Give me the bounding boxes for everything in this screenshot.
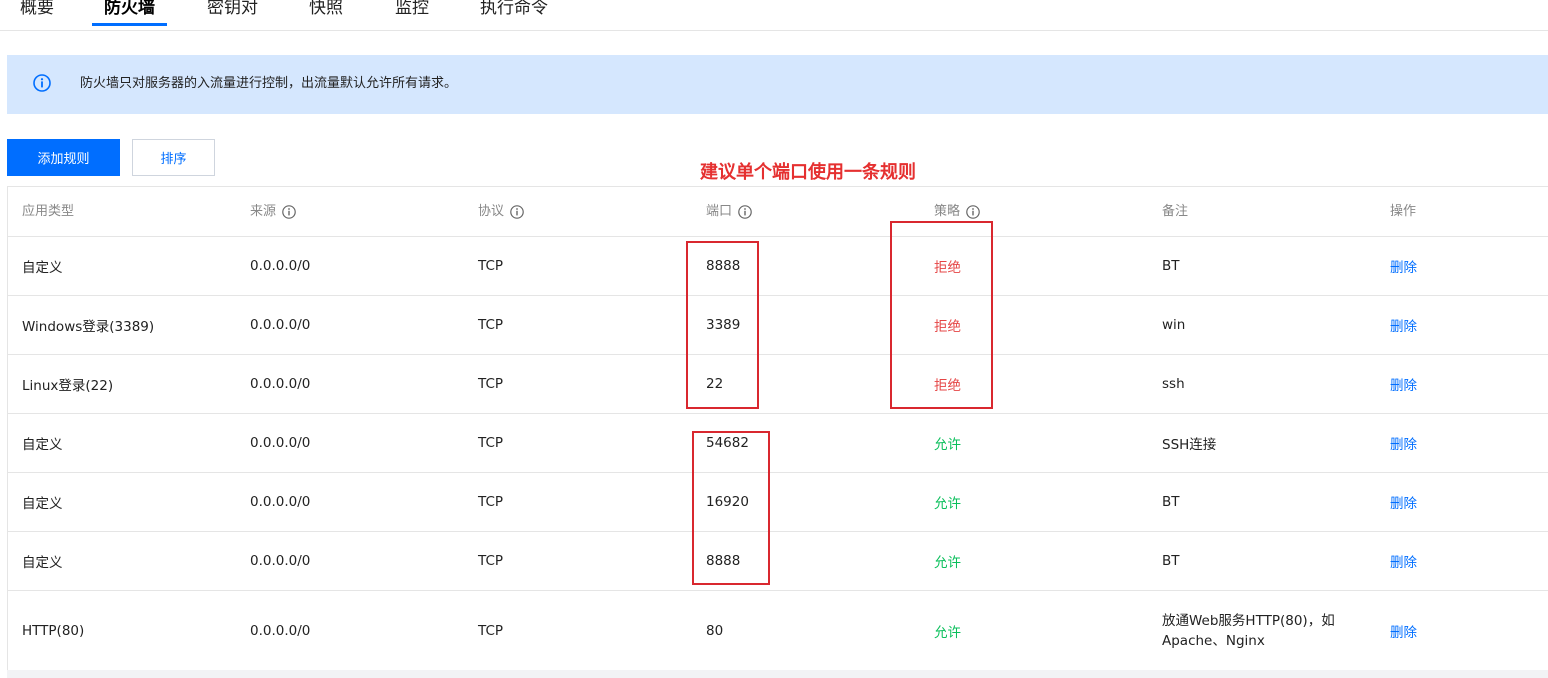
cell-app-type: 自定义: [22, 259, 63, 276]
cell-app-type: 自定义: [22, 554, 63, 571]
header-app-type: 应用类型: [22, 204, 75, 219]
cell-policy: 允许: [934, 624, 961, 641]
main-content: 防火墙只对服务器的入流量进行控制，出流量默认允许所有请求。 添加规则 排序 建议…: [0, 31, 1548, 678]
cell-source: 0.0.0.0/0: [250, 316, 311, 333]
cell-policy: 拒绝: [934, 377, 961, 394]
sort-button[interactable]: 排序: [132, 139, 215, 176]
tab-keypair[interactable]: 密钥对: [207, 0, 258, 26]
cell-protocol: TCP: [478, 257, 504, 274]
cell-policy: 拒绝: [934, 259, 961, 276]
table-row: Windows登录(3389) 0.0.0.0/0 TCP 3389 拒绝 wi…: [8, 295, 1548, 355]
cell-protocol: TCP: [478, 493, 504, 510]
cell-app-type: 自定义: [22, 495, 63, 512]
firewall-rules-table: 应用类型 来源 协议 端口 策略 备注 操作 自定义 0.0.0.0/0 TCP…: [7, 186, 1548, 678]
delete-link[interactable]: 删除: [1390, 531, 1417, 590]
delete-link[interactable]: 删除: [1390, 236, 1417, 295]
cell-app-type: Linux登录(22): [22, 377, 114, 394]
delete-link[interactable]: 删除: [1390, 472, 1417, 531]
header-port: 端口: [706, 187, 752, 236]
delete-link[interactable]: 删除: [1390, 413, 1417, 472]
header-action: 操作: [1390, 204, 1417, 219]
tab-snapshot[interactable]: 快照: [309, 0, 343, 26]
add-rule-button[interactable]: 添加规则: [7, 139, 120, 176]
table-header: 应用类型 来源 协议 端口 策略 备注 操作: [8, 187, 1548, 237]
info-circle-icon: [33, 74, 51, 92]
cell-protocol: TCP: [478, 622, 504, 639]
cell-source: 0.0.0.0/0: [250, 622, 311, 639]
info-icon[interactable]: [510, 204, 524, 219]
cell-remark: ssh: [1162, 375, 1185, 392]
cell-port: 16920: [706, 493, 749, 510]
cell-protocol: TCP: [478, 316, 504, 333]
table-row: 自定义 0.0.0.0/0 TCP 8888 允许 BT 删除: [8, 531, 1548, 591]
cell-app-type: HTTP(80): [22, 622, 85, 639]
cell-port: 8888: [706, 257, 741, 274]
delete-link[interactable]: 删除: [1390, 354, 1417, 413]
table-row: Linux登录(22) 0.0.0.0/0 TCP 22 拒绝 ssh 删除: [8, 354, 1548, 414]
header-policy: 策略: [934, 187, 980, 236]
cell-remark: 放通Web服务HTTP(80)，如Apache、Nginx: [1162, 612, 1335, 649]
cell-protocol: TCP: [478, 434, 504, 451]
cell-port: 54682: [706, 434, 749, 451]
delete-link[interactable]: 删除: [1390, 590, 1417, 671]
cell-source: 0.0.0.0/0: [250, 493, 311, 510]
info-icon[interactable]: [966, 204, 980, 219]
table-footer-strip: [7, 670, 1548, 678]
delete-link[interactable]: 删除: [1390, 295, 1417, 354]
cell-protocol: TCP: [478, 552, 504, 569]
table-row: HTTP(80) 0.0.0.0/0 TCP 80 允许 放通Web服务HTTP…: [8, 590, 1548, 671]
cell-port: 80: [706, 622, 724, 639]
tab-execute-command[interactable]: 执行命令: [480, 0, 548, 26]
cell-source: 0.0.0.0/0: [250, 257, 311, 274]
cell-remark: win: [1162, 316, 1186, 333]
cell-remark: SSH连接: [1162, 436, 1217, 453]
table-row: 自定义 0.0.0.0/0 TCP 16920 允许 BT 删除: [8, 472, 1548, 532]
header-remark: 备注: [1162, 204, 1189, 219]
cell-source: 0.0.0.0/0: [250, 552, 311, 569]
header-source: 来源: [250, 187, 296, 236]
cell-protocol: TCP: [478, 375, 504, 392]
cell-policy: 允许: [934, 436, 961, 453]
info-icon[interactable]: [282, 204, 296, 219]
cell-source: 0.0.0.0/0: [250, 434, 311, 451]
tab-firewall[interactable]: 防火墙: [92, 0, 167, 26]
cell-port: 3389: [706, 316, 741, 333]
info-notice: 防火墙只对服务器的入流量进行控制，出流量默认允许所有请求。: [7, 55, 1548, 114]
table-row: 自定义 0.0.0.0/0 TCP 54682 允许 SSH连接 删除: [8, 413, 1548, 473]
cell-port: 8888: [706, 552, 741, 569]
cell-app-type: 自定义: [22, 436, 63, 453]
cell-policy: 允许: [934, 554, 961, 571]
cell-remark: BT: [1162, 552, 1180, 569]
cell-port: 22: [706, 375, 724, 392]
cell-remark: BT: [1162, 493, 1180, 510]
info-icon[interactable]: [738, 204, 752, 219]
tab-overview[interactable]: 概要: [20, 0, 54, 26]
header-protocol: 协议: [478, 187, 524, 236]
annotation-text: 建议单个端口使用一条规则: [700, 162, 916, 183]
table-row: 自定义 0.0.0.0/0 TCP 8888 拒绝 BT 删除: [8, 236, 1548, 296]
tab-monitor[interactable]: 监控: [395, 0, 429, 26]
cell-source: 0.0.0.0/0: [250, 375, 311, 392]
cell-policy: 拒绝: [934, 318, 961, 335]
cell-remark: BT: [1162, 257, 1180, 274]
cell-app-type: Windows登录(3389): [22, 318, 155, 335]
notice-text: 防火墙只对服务器的入流量进行控制，出流量默认允许所有请求。: [80, 76, 458, 91]
tab-bar: 概要 防火墙 密钥对 快照 监控 执行命令: [0, 0, 1548, 31]
cell-policy: 允许: [934, 495, 961, 512]
